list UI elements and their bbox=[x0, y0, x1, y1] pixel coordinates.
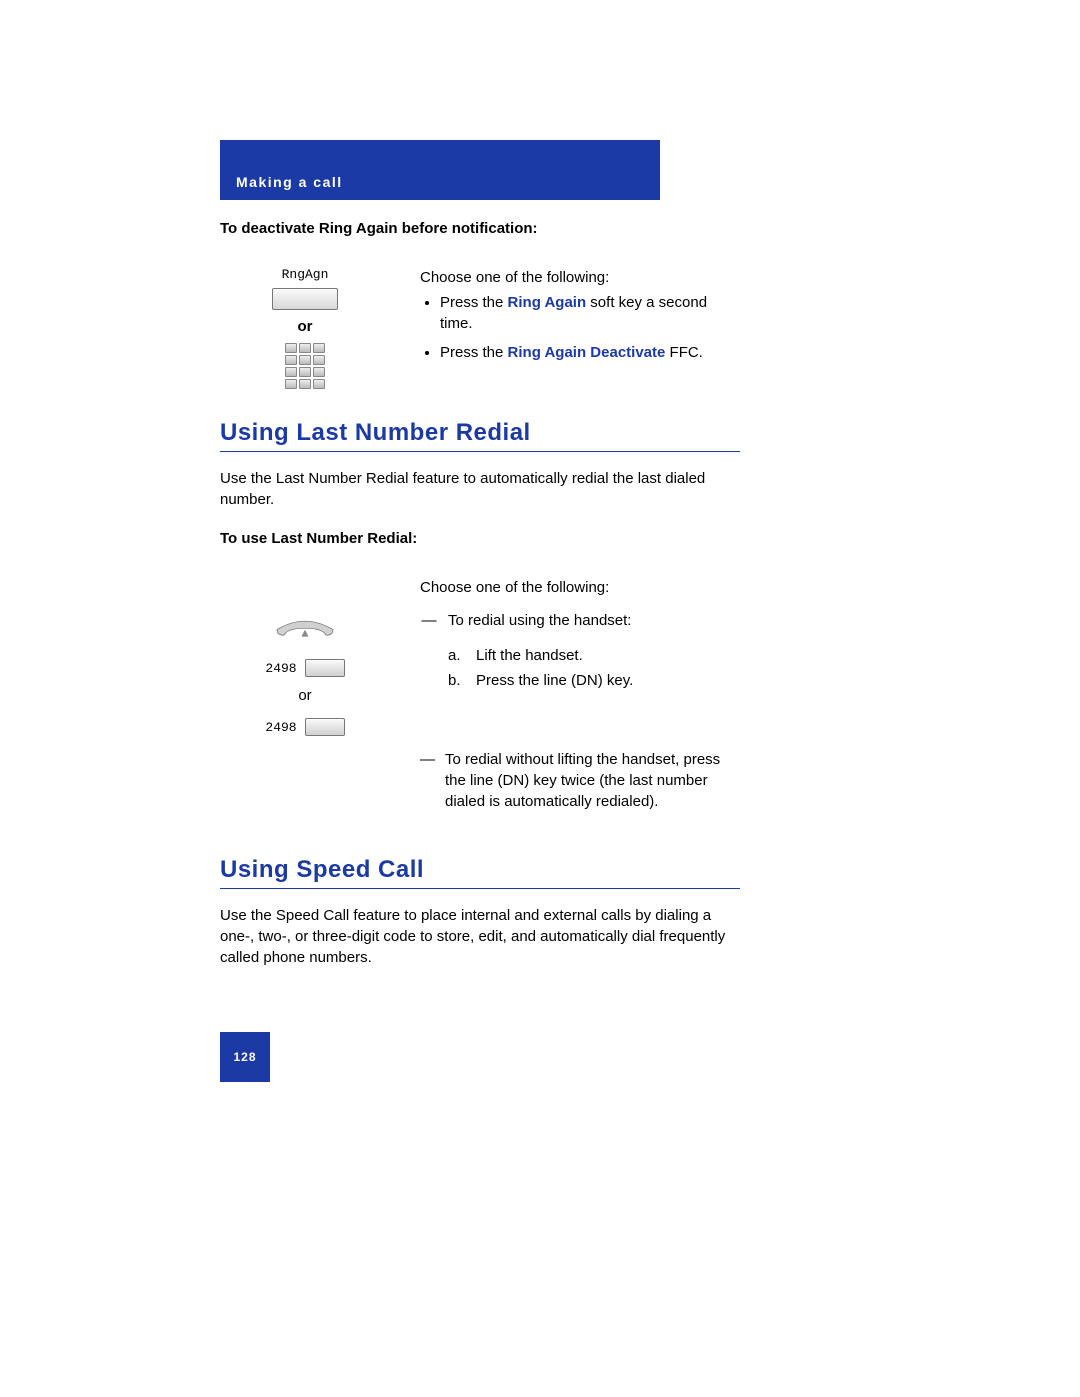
softkey-label: RngAgn bbox=[282, 267, 329, 282]
redial-row: 2498 or 2498 Choose one of the following… bbox=[220, 577, 740, 826]
deactivate-row: RngAgn or Choose one of the following: P… bbox=[220, 267, 740, 389]
or-label-2: or bbox=[298, 687, 311, 704]
speed-call-intro: Use the Speed Call feature to place inte… bbox=[220, 905, 740, 968]
dash-list-1: — To redial using the handset: bbox=[420, 610, 740, 631]
header-banner: Making a call bbox=[220, 140, 660, 200]
page: Making a call To deactivate Ring Again b… bbox=[0, 0, 1080, 1397]
dash-item-2: — To redial without lifting the handset,… bbox=[420, 749, 740, 812]
page-number: 128 bbox=[233, 1050, 256, 1064]
page-number-box: 128 bbox=[220, 1032, 270, 1082]
content-area: To deactivate Ring Again before notifica… bbox=[220, 220, 740, 968]
handset-icon bbox=[260, 617, 350, 645]
redial-icon-col: 2498 or 2498 bbox=[220, 577, 390, 826]
or-label-1: or bbox=[298, 318, 313, 335]
deactivate-bullets: Press the Ring Again soft key a second t… bbox=[420, 292, 740, 363]
ring-again-deactivate-text: Ring Again Deactivate bbox=[508, 344, 666, 361]
dash-list-2: — To redial without lifting the handset,… bbox=[420, 749, 740, 812]
bullet-1: Press the Ring Again soft key a second t… bbox=[440, 292, 740, 334]
redial-intro: Use the Last Number Redial feature to au… bbox=[220, 468, 740, 510]
ring-again-text: Ring Again bbox=[508, 294, 587, 311]
alpha-list: a. Lift the handset. b. Press the line (… bbox=[420, 645, 740, 691]
choose-intro-2: Choose one of the following: bbox=[420, 577, 740, 598]
linekey-row-2: 2498 bbox=[265, 718, 344, 736]
dash-item-1: — To redial using the handset: bbox=[420, 610, 740, 631]
redial-text-col: Choose one of the following: — To redial… bbox=[420, 577, 740, 826]
softkey-icon bbox=[272, 288, 338, 310]
header-section-title: Making a call bbox=[236, 174, 343, 190]
deactivate-icon-col: RngAgn or bbox=[220, 267, 390, 389]
deactivate-title: To deactivate Ring Again before notifica… bbox=[220, 220, 740, 237]
bullet-2: Press the Ring Again Deactivate FFC. bbox=[440, 342, 740, 363]
alpha-b: b. Press the line (DN) key. bbox=[448, 670, 740, 691]
redial-subtitle: To use Last Number Redial: bbox=[220, 530, 740, 547]
linekey-row-1: 2498 bbox=[265, 659, 344, 677]
speed-call-heading: Using Speed Call bbox=[220, 856, 740, 889]
last-number-redial-heading: Using Last Number Redial bbox=[220, 419, 740, 452]
linekey-icon-1 bbox=[305, 659, 345, 677]
deactivate-text-col: Choose one of the following: Press the R… bbox=[420, 267, 740, 389]
choose-intro-1: Choose one of the following: bbox=[420, 267, 740, 288]
linekey-num-2: 2498 bbox=[265, 720, 296, 735]
alpha-a: a. Lift the handset. bbox=[448, 645, 740, 666]
linekey-num-1: 2498 bbox=[265, 661, 296, 676]
keypad-icon bbox=[285, 343, 325, 389]
linekey-icon-2 bbox=[305, 718, 345, 736]
